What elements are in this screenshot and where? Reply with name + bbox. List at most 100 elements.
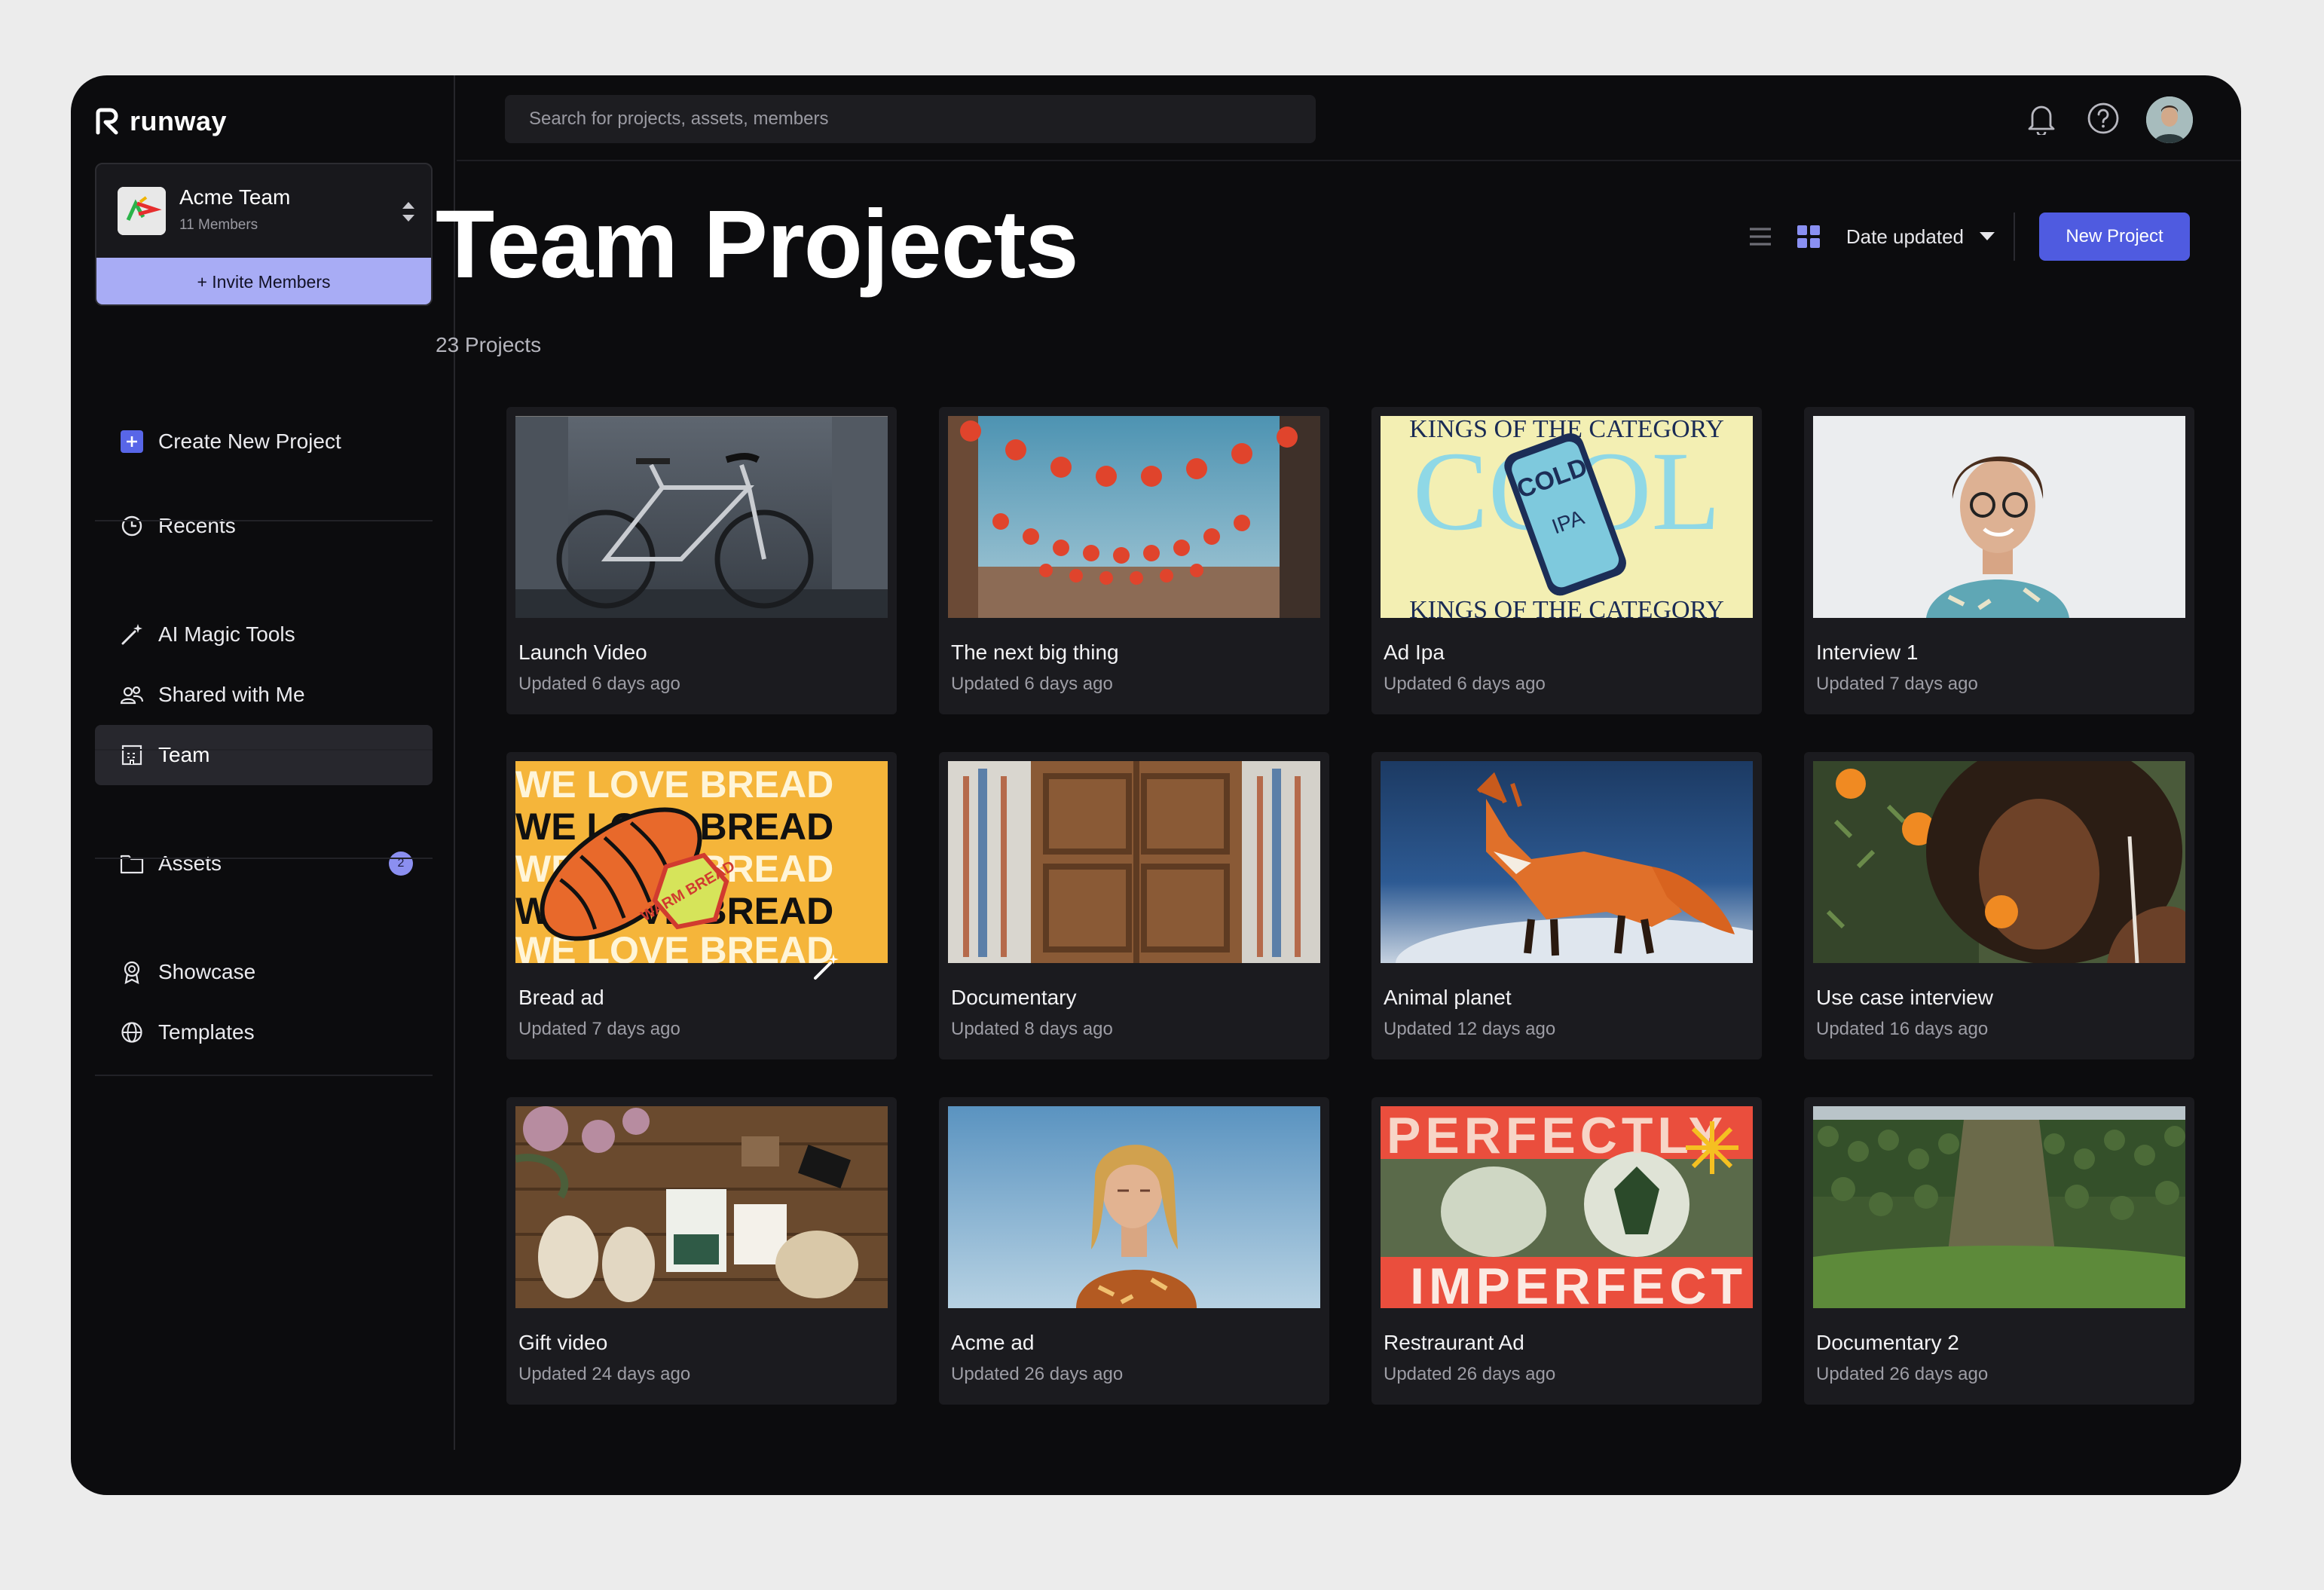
sort-dropdown[interactable]: Date updated — [1840, 213, 2015, 261]
top-bar — [457, 75, 2241, 161]
users-icon — [119, 682, 145, 708]
project-thumbnail — [948, 1106, 1320, 1308]
project-card[interactable]: Launch Video Updated 6 days ago — [506, 407, 897, 714]
sidebar-item-label: Assets — [158, 852, 222, 875]
sidebar-item-label: Create New Project — [158, 430, 341, 453]
magic-wand-icon — [119, 622, 145, 647]
project-thumbnail — [1813, 1106, 2185, 1308]
sidebar-item-label: Shared with Me — [158, 683, 305, 706]
thumbnail-text: KINGS OF THE CATEGORY — [1409, 596, 1724, 618]
grid-view-icon[interactable] — [1792, 220, 1825, 253]
team-members-count: 11 Members — [179, 217, 258, 233]
project-updated: Updated 6 days ago — [951, 674, 1113, 694]
project-updated: Updated 7 days ago — [518, 1019, 680, 1039]
project-updated: Updated 26 days ago — [1384, 1364, 1556, 1384]
caret-down-icon — [1980, 232, 1995, 240]
project-thumbnail — [515, 416, 888, 618]
sidebar-item-label: Templates — [158, 1020, 255, 1044]
project-title: Documentary 2 — [1816, 1331, 1959, 1354]
project-thumbnail — [1813, 416, 2185, 618]
project-title: Interview 1 — [1816, 641, 1919, 664]
project-updated: Updated 8 days ago — [951, 1019, 1113, 1039]
sidebar-item-team[interactable]: Team — [95, 725, 433, 785]
project-title: Acme ad — [951, 1331, 1035, 1354]
project-count: 23 Projects — [436, 333, 542, 356]
project-card[interactable]: Interview 1 Updated 7 days ago — [1804, 407, 2194, 714]
project-title: Use case interview — [1816, 986, 1993, 1009]
app-window: runway Acme Team 11 Members + Invite Mem… — [71, 75, 2241, 1495]
project-card[interactable]: Gift video Updated 24 days ago — [506, 1097, 897, 1405]
project-card[interactable]: Acme ad Updated 26 days ago — [939, 1097, 1329, 1405]
sort-label: Date updated — [1845, 225, 1964, 248]
sidebar-item-showcase[interactable]: Showcase — [95, 942, 433, 1002]
project-thumbnail — [948, 761, 1320, 963]
project-title: Gift video — [518, 1331, 608, 1354]
team-switcher[interactable]: Acme Team 11 Members + Invite Members — [95, 163, 433, 306]
sidebar: runway Acme Team 11 Members + Invite Mem… — [71, 75, 455, 1450]
project-title: Ad Ipa — [1384, 641, 1445, 664]
project-title: Launch Video — [518, 641, 647, 664]
project-card[interactable]: Use case interview Updated 16 days ago — [1804, 752, 2194, 1059]
clock-icon — [119, 513, 145, 539]
assets-count-badge: 2 — [389, 852, 413, 876]
list-view-icon[interactable] — [1744, 220, 1777, 253]
team-name: Acme Team — [179, 185, 291, 209]
user-avatar[interactable] — [2146, 96, 2193, 143]
thumbnail-text: WE LOVE BREAD — [515, 763, 833, 806]
project-title: Bread ad — [518, 986, 604, 1009]
project-updated: Updated 24 days ago — [518, 1364, 691, 1384]
sidebar-item-shared-with-me[interactable]: Shared with Me — [95, 665, 433, 725]
help-icon[interactable] — [2084, 99, 2122, 137]
project-card[interactable]: The next big thing Updated 6 days ago — [939, 407, 1329, 714]
brand-name: runway — [130, 105, 228, 136]
sidebar-item-create-new-project[interactable]: Create New Project — [95, 411, 433, 472]
project-thumbnail — [1813, 761, 2185, 963]
thumbnail-text: IMPERFECT — [1410, 1258, 1747, 1308]
project-updated: Updated 6 days ago — [1384, 674, 1546, 694]
sidebar-item-label: Recents — [158, 514, 236, 537]
project-updated: Updated 12 days ago — [1384, 1019, 1556, 1039]
project-updated: Updated 26 days ago — [951, 1364, 1124, 1384]
project-card[interactable]: WE LOVE BREAD WE LOVE BREAD WE LOVE BREA… — [506, 752, 897, 1059]
sidebar-item-ai-magic-tools[interactable]: AI Magic Tools — [95, 604, 433, 665]
sidebar-item-label: Team — [158, 743, 210, 766]
bell-icon[interactable] — [2023, 99, 2060, 137]
sidebar-item-recents[interactable]: Recents — [95, 496, 433, 556]
project-card[interactable]: Documentary 2 Updated 26 days ago — [1804, 1097, 2194, 1405]
award-icon — [119, 959, 145, 985]
project-card[interactable]: KINGS OF THE CATEGORY KINGS OF THE CATEG… — [1371, 407, 1762, 714]
project-title: Restraurant Ad — [1384, 1331, 1524, 1354]
chevron-up-down-icon[interactable] — [399, 199, 417, 225]
project-thumbnail — [1381, 761, 1753, 963]
sidebar-item-label: AI Magic Tools — [158, 622, 295, 646]
project-title: Documentary — [951, 986, 1077, 1009]
project-title: Animal planet — [1384, 986, 1512, 1009]
sidebar-item-assets[interactable]: Assets 2 — [95, 833, 433, 894]
brand-logo[interactable]: runway — [93, 102, 227, 140]
project-thumbnail: KINGS OF THE CATEGORY KINGS OF THE CATEG… — [1381, 416, 1753, 618]
new-project-button[interactable]: New Project — [2039, 213, 2190, 261]
project-card[interactable]: PERFECTLY IMPERFECT Restraurant Ad Updat… — [1371, 1097, 1762, 1405]
magic-wand-icon[interactable] — [811, 952, 841, 983]
project-updated: Updated 26 days ago — [1816, 1364, 1989, 1384]
sidebar-item-templates[interactable]: Templates — [95, 1002, 433, 1063]
project-thumbnail — [948, 416, 1320, 618]
search-input[interactable] — [505, 95, 1316, 143]
project-card[interactable]: Animal planet Updated 12 days ago — [1371, 752, 1762, 1059]
project-thumbnail: PERFECTLY IMPERFECT — [1381, 1106, 1753, 1308]
project-updated: Updated 6 days ago — [518, 674, 680, 694]
project-card[interactable]: Documentary Updated 8 days ago — [939, 752, 1329, 1059]
sidebar-item-label: Showcase — [158, 960, 256, 983]
thumbnail-text: PERFECTLY — [1387, 1107, 1727, 1164]
project-thumbnail: WE LOVE BREAD WE LOVE BREAD WE LOVE BREA… — [515, 761, 888, 963]
project-thumbnail — [515, 1106, 888, 1308]
folder-icon — [119, 851, 145, 876]
project-updated: Updated 16 days ago — [1816, 1019, 1989, 1039]
project-updated: Updated 7 days ago — [1816, 674, 1978, 694]
invite-members-button[interactable]: + Invite Members — [96, 258, 431, 304]
team-avatar — [118, 187, 166, 235]
runway-logo-icon — [96, 108, 118, 135]
building-icon — [119, 742, 145, 768]
globe-icon — [119, 1020, 145, 1045]
project-title: The next big thing — [951, 641, 1119, 664]
